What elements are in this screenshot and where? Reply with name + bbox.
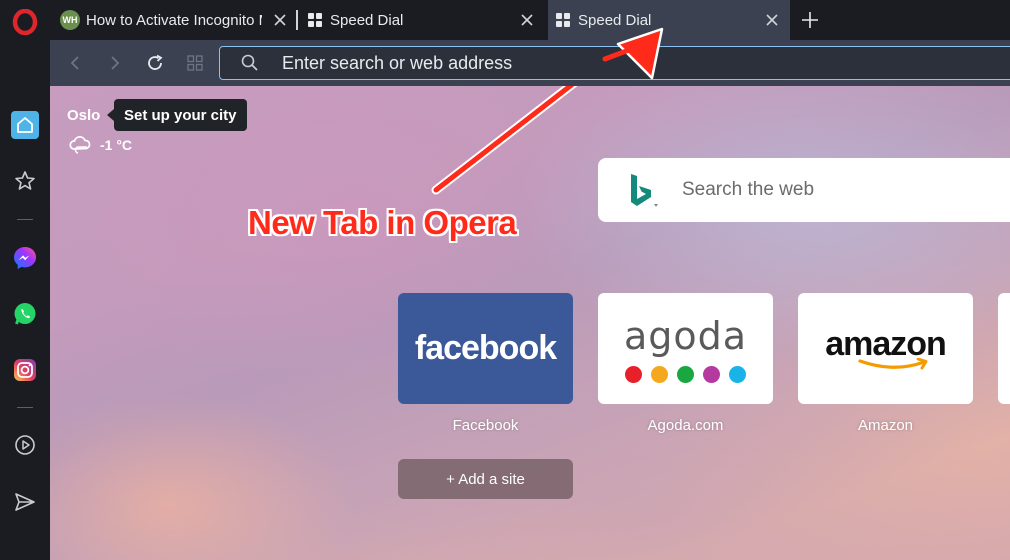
tile-label-amazon[interactable]: Amazon [798,417,973,434]
web-search-box[interactable] [598,158,1010,222]
home-icon[interactable] [11,111,39,139]
bing-logo-icon[interactable] [626,172,662,217]
weather-temperature: -1 °C [100,137,133,153]
tab-title: Speed Dial [578,11,652,29]
messenger-icon[interactable] [11,244,39,272]
agoda-dot [677,366,694,383]
whatsapp-icon[interactable] [11,300,39,328]
agoda-dots [625,366,746,383]
web-search-input[interactable] [682,176,982,204]
close-tab-icon[interactable] [272,12,288,28]
tile-label-facebook[interactable]: Facebook [398,417,573,434]
agoda-dot [703,366,720,383]
speed-dial-grid-icon[interactable] [183,51,207,75]
tab-speed-dial-active[interactable]: Speed Dial [548,0,790,40]
opera-logo-icon[interactable] [11,8,39,36]
reload-button[interactable] [143,51,167,75]
amazon-smile-icon [857,358,927,370]
speed-dial-tile-partial[interactable] [998,293,1010,404]
speed-dial-tile-amazon[interactable]: amazon [798,293,973,404]
speed-dial-tab-icon [556,13,570,27]
agoda-dot [625,366,642,383]
facebook-logo: facebook [414,329,557,367]
add-site-button[interactable]: + Add a site [398,459,573,499]
back-button[interactable] [63,51,87,75]
cloud-weather-icon [67,134,93,159]
new-tab-plus-icon[interactable] [800,10,820,30]
tile-label-agoda[interactable]: Agoda.com [598,417,773,434]
speed-dial-tile-facebook[interactable]: facebook [398,293,573,404]
annotation-label: New Tab in Opera [248,204,517,241]
tab-divider [296,10,298,30]
bookmarks-star-icon[interactable] [11,167,39,195]
speed-dial-tab-icon [308,13,322,27]
sidebar-separator [17,219,33,220]
address-input[interactable] [282,51,982,75]
tab-how-to-activate[interactable]: WH How to Activate Incognito M [50,0,298,40]
search-icon [240,53,260,78]
sidebar [0,0,50,560]
address-bar[interactable] [219,46,1010,80]
player-icon[interactable] [11,431,39,459]
tab-speed-dial[interactable]: Speed Dial [300,0,545,40]
tab-title: Speed Dial [330,11,404,29]
tab-title: How to Activate Incognito M [86,11,262,29]
toolbar [50,40,1010,86]
instagram-icon[interactable] [11,356,39,384]
set-city-tooltip: Set up your city [107,99,247,131]
agoda-logo: agoda [623,314,748,358]
agoda-dot [651,366,668,383]
close-tab-icon[interactable] [519,12,535,28]
wikihow-favicon-icon: WH [60,10,80,30]
speed-dial-page: Oslo Set up your city -1 °C New Tab in O… [50,86,1010,560]
sidebar-separator [17,407,33,408]
tab-strip: WH How to Activate Incognito M Speed Dia… [50,0,1010,40]
send-icon[interactable] [11,488,39,516]
close-tab-icon[interactable] [764,12,780,28]
agoda-dot [729,366,746,383]
weather-city[interactable]: Oslo [67,107,100,124]
forward-button[interactable] [103,51,127,75]
speed-dial-tile-agoda[interactable]: agoda [598,293,773,404]
